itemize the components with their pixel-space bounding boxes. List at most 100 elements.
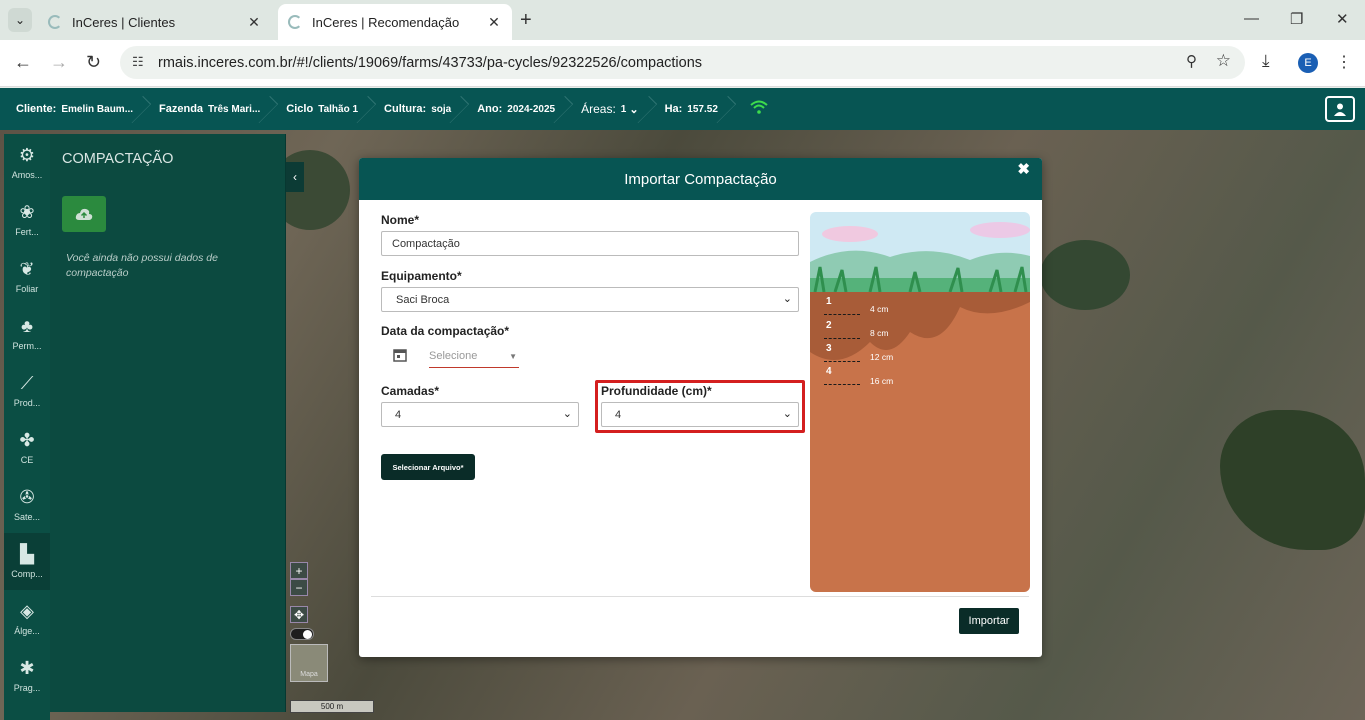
map-scale: 500 m [290, 700, 374, 713]
cloud-upload-icon [75, 208, 93, 220]
fertility-icon: ❀ [19, 202, 35, 222]
profundidade-select[interactable]: 4 ⌄ [601, 402, 799, 427]
rail-item-ce[interactable]: ✤ CE [4, 419, 50, 476]
leaf-icon: ❦ [19, 259, 35, 279]
empty-state-text: Você ainda não possui dados de compactaç… [66, 252, 218, 279]
equipamento-select[interactable]: Saci Broca ⌄ [381, 287, 799, 312]
panel-title: COMPACTAÇÃO [62, 151, 174, 167]
profile-avatar[interactable]: E [1298, 53, 1318, 73]
new-tab-button[interactable]: + [520, 10, 532, 30]
modal-divider [371, 596, 1029, 597]
forward-button[interactable]: → [50, 52, 68, 73]
sampling-icon: ⚙ [18, 145, 36, 165]
crumb-fazenda[interactable]: Fazenda Três Mari... [143, 88, 270, 130]
date-select[interactable]: Selecione ▼ [429, 346, 519, 368]
close-window-button[interactable]: ✕ [1336, 10, 1349, 28]
basemap-thumbnail[interactable]: Mapa [290, 644, 328, 682]
pan-button[interactable]: ✥ [290, 606, 308, 623]
reload-button[interactable]: ↻ [86, 52, 101, 73]
download-icon[interactable]: ⤓ [1262, 51, 1270, 71]
close-tab-icon[interactable]: ✕ [246, 14, 262, 31]
zoom-icon[interactable]: ⚲ [1186, 52, 1197, 70]
rail-item-algebra[interactable]: ◈ Álge... [4, 590, 50, 647]
data-label: Data da compactação* [381, 324, 510, 338]
layer-divider [824, 338, 860, 339]
modal-header: Importar Compactação ✖ [359, 158, 1042, 200]
browser-menu-icon[interactable]: ⋮ [1336, 52, 1352, 72]
wifi-icon [750, 100, 768, 119]
select-file-button[interactable]: Selecionar Arquivo* [381, 454, 475, 480]
rail-item-compactacao[interactable]: ▙ Comp... [4, 533, 50, 590]
minimize-button[interactable]: — [1244, 10, 1259, 27]
nome-input[interactable]: Compactação [381, 231, 799, 256]
import-compaction-modal: Importar Compactação ✖ Nome* Compactação… [359, 158, 1042, 657]
bug-icon: ✱ [19, 658, 35, 678]
layer-divider [824, 314, 860, 315]
site-info-icon[interactable]: ☷ [132, 54, 144, 70]
rail-item-foliar[interactable]: ❦ Foliar [4, 248, 50, 305]
crumb-ano[interactable]: Ano: 2024-2025 [461, 88, 565, 130]
zoom-out-button[interactable]: − [290, 579, 308, 596]
url-text[interactable]: rmais.inceres.com.br/#!/clients/19069/fa… [158, 55, 702, 71]
layer-number: 2 [826, 320, 832, 331]
zoom-in-button[interactable]: + [290, 562, 308, 579]
layer-number: 3 [826, 343, 832, 354]
app-header: Cliente: Emelin Baum... Fazenda Três Mari.… [0, 88, 1365, 130]
camadas-select[interactable]: 4 ⌄ [381, 402, 579, 427]
camadas-label: Camadas* [381, 384, 440, 398]
sprout-icon: ✤ [19, 430, 35, 450]
url-bar[interactable]: ☷ rmais.inceres.com.br/#!/clients/19069/… [120, 46, 1245, 79]
rail-item-produtividade[interactable]: ⟋ Prod... [4, 362, 50, 419]
crumb-cultura[interactable]: Cultura: soja [368, 88, 461, 130]
modal-title: Importar Compactação [624, 170, 777, 188]
rail-item-satelite[interactable]: ✇ Sate... [4, 476, 50, 533]
chevron-down-icon: ⌄ [629, 103, 639, 116]
layer-toggle[interactable] [290, 628, 314, 640]
caret-down-icon: ▼ [509, 352, 517, 361]
calendar-icon[interactable] [393, 348, 407, 365]
layer-number: 4 [826, 366, 832, 377]
map-forest [1220, 410, 1365, 550]
soil-profile-illustration: 1 4 cm 2 8 cm 3 12 cm 4 16 cm [810, 212, 1030, 592]
collapse-panel-button[interactable]: ‹ [286, 162, 304, 192]
rail-item-amostragem[interactable]: ⚙ Amos... [4, 134, 50, 191]
rail-item-permanente[interactable]: ♣ Perm... [4, 305, 50, 362]
close-icon[interactable]: ✖ [1017, 160, 1030, 178]
browser-tab[interactable]: InCeres | Clientes ✕ [38, 4, 272, 40]
chevron-down-icon: ⌄ [562, 408, 572, 420]
browser-tab-bar: ⌄ InCeres | Clientes ✕ InCeres | Recomen… [0, 0, 1365, 40]
tab-search-button[interactable]: ⌄ [8, 8, 32, 32]
layer-depth: 16 cm [870, 376, 894, 386]
satellite-icon: ✇ [19, 487, 35, 507]
tab-title: InCeres | Recomendação [312, 14, 460, 30]
compaction-panel: COMPACTAÇÃO Você ainda não possui dados … [50, 134, 286, 712]
chevron-down-icon: ⌄ [782, 293, 792, 305]
crumb-areas[interactable]: Áreas: 1 ⌄ [565, 88, 648, 130]
chart-line-icon: ⟋ [20, 373, 34, 393]
upload-button[interactable] [62, 196, 106, 232]
inceres-favicon-icon [288, 15, 302, 29]
layer-divider [824, 361, 860, 362]
compaction-icon: ▙ [20, 544, 34, 564]
crumb-cliente[interactable]: Cliente: Emelin Baum... [0, 88, 143, 130]
back-button[interactable]: ← [14, 52, 32, 73]
restore-button[interactable]: ❐ [1290, 10, 1303, 28]
equipamento-label: Equipamento* [381, 269, 462, 283]
layer-depth: 12 cm [870, 352, 894, 362]
import-button[interactable]: Importar [959, 608, 1019, 634]
browser-tab-active[interactable]: InCeres | Recomendação ✕ [278, 4, 512, 40]
rail-item-pragas[interactable]: ✱ Prag... [4, 647, 50, 704]
layer-number: 1 [826, 296, 832, 307]
map-forest [1040, 240, 1130, 310]
crumb-ciclo[interactable]: Ciclo Talhão 1 [270, 88, 368, 130]
close-tab-icon[interactable]: ✕ [486, 14, 502, 31]
layer-divider [824, 384, 860, 385]
chevron-down-icon: ⌄ [782, 408, 792, 420]
rail-item-fertilidade[interactable]: ❀ Fert... [4, 191, 50, 248]
user-icon [1334, 103, 1346, 116]
user-account-button[interactable] [1325, 96, 1355, 122]
plants-icon: ♣ [21, 316, 33, 336]
bookmark-star-icon[interactable]: ☆ [1216, 51, 1231, 71]
inceres-favicon-icon [48, 15, 62, 29]
layers-icon: ◈ [20, 601, 34, 621]
